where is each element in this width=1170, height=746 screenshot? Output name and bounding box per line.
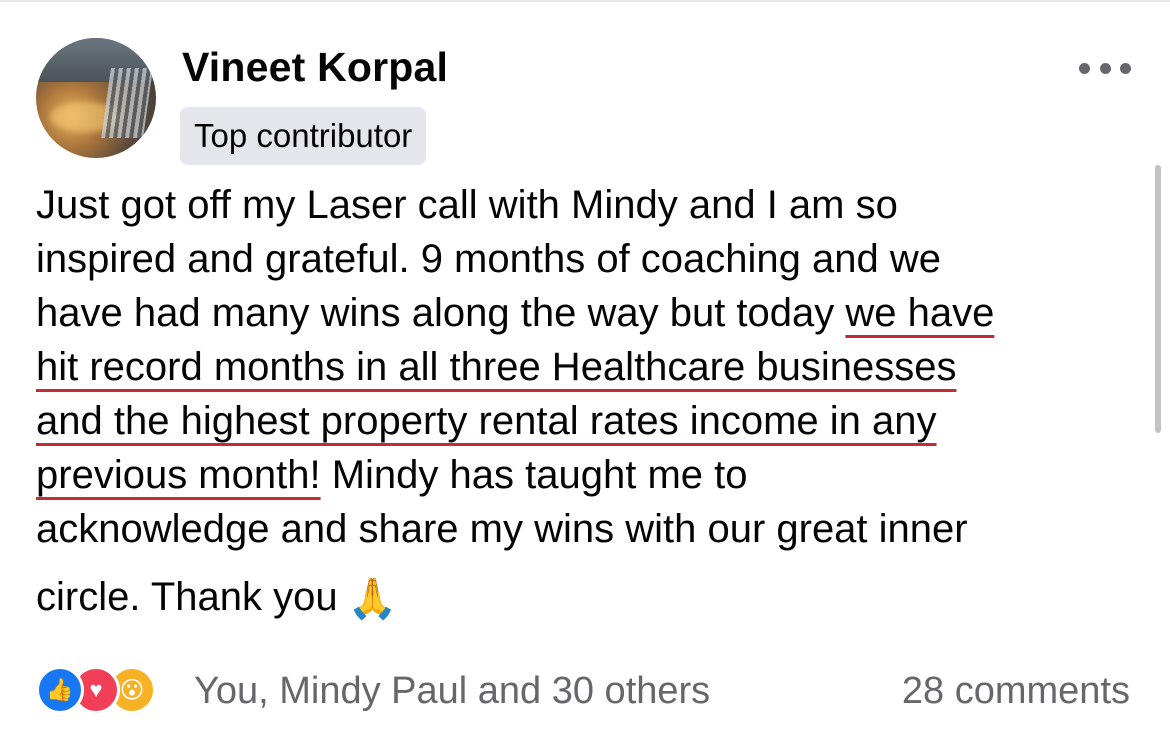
more-icon — [1079, 62, 1090, 74]
post-text-1: Just got off my Laser call with Mindy an… — [36, 183, 942, 335]
avatar[interactable] — [36, 38, 156, 158]
post-last-line: circle. Thank you 🙏 — [36, 570, 1146, 626]
top-divider — [0, 0, 1170, 2]
post-text-3: circle. Thank you — [36, 575, 338, 619]
more-options-button[interactable] — [1079, 60, 1131, 76]
reaction-icons[interactable]: 👍 ♥ 😮 — [36, 664, 156, 716]
folded-hands-icon: 🙏 — [347, 577, 398, 621]
post-body: Just got off my Laser call with Mindy an… — [36, 178, 1146, 626]
reaction-summary[interactable]: You, Mindy Paul and 30 others — [194, 666, 710, 716]
top-contributor-badge: Top contributor — [180, 107, 427, 165]
like-icon: 👍 — [36, 666, 84, 714]
comments-count[interactable]: 28 comments — [902, 666, 1130, 716]
author-name[interactable]: Vineet Korpal — [182, 42, 448, 92]
scrollbar[interactable] — [1155, 165, 1161, 433]
